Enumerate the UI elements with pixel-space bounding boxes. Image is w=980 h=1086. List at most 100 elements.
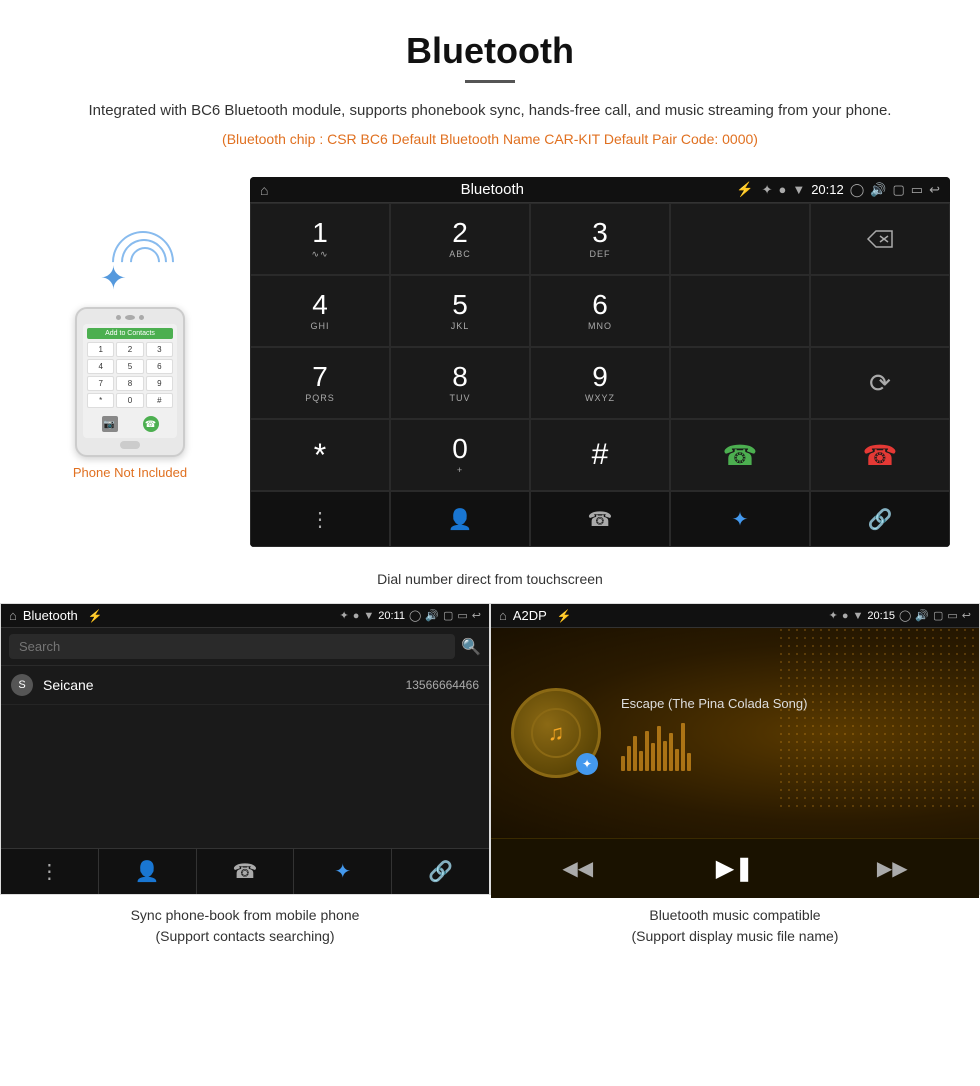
dial-backspace[interactable] [810,203,950,275]
toolbar-grid-btn[interactable]: ⋮ [250,491,390,547]
eq-bar-3 [633,736,637,771]
pb-time: 20:11 [378,610,405,622]
dial-key-5[interactable]: 5 JKL [390,275,530,347]
pb-search-input[interactable] [9,634,455,659]
eq-bar-5 [645,731,649,771]
music-home-icon: ⌂ [499,608,507,623]
phone-screen-header: Add to Contacts [87,328,173,339]
pb-bt-btn[interactable]: ✦ [294,849,392,894]
bt-overlay-icon: ✦ [576,753,598,775]
search-icon: 🔍 [461,637,481,657]
album-inner-ring: ♫ [531,708,581,758]
eq-bar-7 [657,726,661,771]
phone-home-button [120,441,140,449]
dial-key-7[interactable]: 7 PQRS [250,347,390,419]
page-header: Bluetooth Integrated with BC6 Bluetooth … [0,0,980,177]
music-title: A2DP [513,608,547,623]
phone-dot-2 [139,315,144,320]
music-bt-icon: ✦ [829,609,838,622]
dial-key-9[interactable]: 9 WXYZ [530,347,670,419]
eq-bar-6 [651,743,655,771]
pb-contact-row[interactable]: S Seicane 13566664466 [1,666,489,705]
pb-link-btn[interactable]: 🔗 [392,849,489,894]
dial-key-6[interactable]: 6 MNO [530,275,670,347]
music-vol-icon: 🔊 [915,609,929,622]
dial-key-hash[interactable]: # [530,419,670,491]
prev-track-button[interactable]: ◀◀ [547,851,608,886]
eq-bars [621,721,959,771]
phone-key-4: 4 [87,359,114,374]
dial-key-1[interactable]: 1 ∿∿ [250,203,390,275]
call-red-icon: ☎ [863,439,898,472]
reload-icon: ⟳ [869,368,891,399]
dial-end-call-button[interactable]: ☎ [810,419,950,491]
pb-contacts-btn[interactable]: 👤 [99,849,197,894]
toolbar-contacts-btn[interactable]: 👤 [390,491,530,547]
music-note-icon: ♫ [548,720,565,746]
music-screen-wrapper: ⌂ A2DP ⚡ ✦ ● ▼ 20:15 ◯ 🔊 ▢ ▭ ↩ [490,603,980,895]
eq-bar-8 [663,741,667,771]
toolbar-bluetooth-btn[interactable]: ✦ [670,491,810,547]
pb-grid-btn[interactable]: ⋮ [1,849,99,894]
volume-icon: 🔊 [870,182,886,198]
phone-key-9: 9 [146,376,173,391]
music-status-bar: ⌂ A2DP ⚡ ✦ ● ▼ 20:15 ◯ 🔊 ▢ ▭ ↩ [491,604,979,628]
next-track-button[interactable]: ▶▶ [862,851,923,886]
music-caption-line1: Bluetooth music compatible [649,907,820,923]
pb-toolbar: ⋮ 👤 ☎ ✦ 🔗 [1,848,489,894]
dial-key-star[interactable]: * [250,419,390,491]
status-icons-right: ✦ ● ▼ 20:12 ◯ 🔊 ▢ ▭ ↩ [762,182,940,198]
toolbar-phone-btn[interactable]: ☎ [530,491,670,547]
dial-empty-r3c4 [670,347,810,419]
music-status-right: ✦ ● ▼ 20:15 ◯ 🔊 ▢ ▭ ↩ [829,609,971,622]
title-underline [465,80,515,83]
phone-not-included-label: Phone Not Included [73,465,187,480]
music-wifi-icon: ▼ [853,610,864,622]
lower-left: ⌂ Bluetooth ⚡ ✦ ● ▼ 20:11 ◯ 🔊 ▢ ▭ ↩ [0,603,490,957]
pb-wifi-icon: ▼ [363,610,374,622]
music-caption-line2: (Support display music file name) [632,928,839,944]
pb-search-bar: 🔍 [1,628,489,666]
car-status-bar: ⌂ Bluetooth ⚡ ✦ ● ▼ 20:12 ◯ 🔊 ▢ ▭ ↩ [250,177,950,203]
music-song-title: Escape (The Pina Colada Song) [621,696,959,711]
music-loc-icon: ● [842,610,849,622]
call-green-icon: ☎ [723,439,758,472]
phone-key-0: 0 [116,393,143,408]
phone-key-hash: # [146,393,173,408]
phone-key-5: 5 [116,359,143,374]
eq-bar-11 [681,723,685,771]
dial-empty-r2c4 [670,275,810,347]
wifi-icon: ▼ [792,182,805,198]
pb-phone-btn[interactable]: ☎ [197,849,295,894]
album-art: ♫ ✦ [511,688,601,778]
music-screen: ⌂ A2DP ⚡ ✦ ● ▼ 20:15 ◯ 🔊 ▢ ▭ ↩ [491,604,979,894]
dial-key-4[interactable]: 4 GHI [250,275,390,347]
page-description: Integrated with BC6 Bluetooth module, su… [40,99,940,123]
status-time: 20:12 [811,182,844,198]
pb-win-icon: ▭ [457,609,467,622]
dial-key-8[interactable]: 8 TUV [390,347,530,419]
phone-screen: Add to Contacts 1 2 3 4 5 6 7 8 9 * 0 # … [83,324,177,438]
phone-camera-button: 📷 [102,416,118,432]
pb-status-bar: ⌂ Bluetooth ⚡ ✦ ● ▼ 20:11 ◯ 🔊 ▢ ▭ ↩ [1,604,489,628]
pb-home-icon: ⌂ [9,608,17,623]
pb-usb-icon: ⚡ [88,609,103,623]
dial-key-3[interactable]: 3 DEF [530,203,670,275]
phone-key-2: 2 [116,342,143,357]
dial-key-0[interactable]: 0 + [390,419,530,491]
eq-bar-12 [687,753,691,771]
pb-caption-line2: (Support contacts searching) [156,928,335,944]
page-title: Bluetooth [40,30,940,72]
phone-key-6: 6 [146,359,173,374]
toolbar-settings-btn[interactable]: 🔗 [810,491,950,547]
music-content: ♫ ✦ Escape (The Pina Colada Song) [491,628,979,838]
music-win-icon: ▭ [947,609,957,622]
dial-key-2[interactable]: 2 ABC [390,203,530,275]
dial-call-button[interactable]: ☎ [670,419,810,491]
pb-contact-letter: S [11,674,33,696]
play-pause-button[interactable]: ▶❚ [701,849,770,888]
pb-bt-icon: ✦ [339,609,348,622]
phone-key-3: 3 [146,342,173,357]
dial-redial-button[interactable]: ⟳ [810,347,950,419]
pb-loc-icon: ● [353,610,360,622]
